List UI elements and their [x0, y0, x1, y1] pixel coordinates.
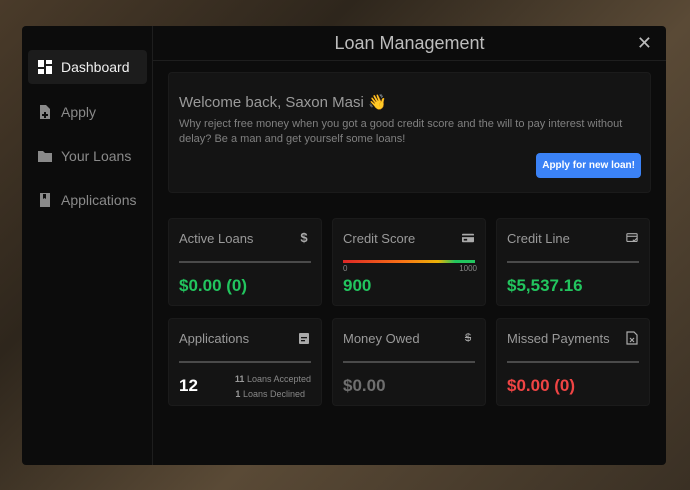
- sidebar-item-your-loans[interactable]: Your Loans: [28, 139, 147, 173]
- sidebar-item-label: Your Loans: [61, 148, 132, 164]
- header: Loan Management ✕: [153, 26, 666, 61]
- divider: [507, 361, 639, 363]
- card-title: Money Owed: [343, 331, 420, 346]
- applications-count: 12: [179, 376, 198, 395]
- loan-management-window: Dashboard Apply Your Loans Applications …: [22, 26, 666, 465]
- file-x-icon: [626, 331, 638, 345]
- credit-line-card: Credit Line $5,537.16: [496, 218, 650, 306]
- card-title: Credit Score: [343, 231, 416, 246]
- money-owed-card: Money Owed $ $0.00: [332, 318, 486, 406]
- credit-line-value: $5,537.16: [507, 276, 583, 295]
- credit-score-value: 900: [343, 276, 372, 295]
- credit-score-card: Credit Score 0 1000 900: [332, 218, 486, 306]
- sidebar-item-label: Dashboard: [61, 59, 130, 75]
- clipboard-icon: [299, 333, 309, 344]
- sidebar-item-label: Apply: [61, 104, 97, 120]
- sidebar-item-label: Applications: [61, 192, 137, 208]
- card-title: Missed Payments: [507, 331, 610, 346]
- card-title: Credit Line: [507, 231, 570, 246]
- gauge-min: 0: [343, 264, 348, 273]
- loans-declined: 1 Loans Declined: [235, 389, 305, 399]
- card-title: Applications: [179, 331, 250, 346]
- page-title: Loan Management: [334, 33, 485, 53]
- active-loans-value: $0.00 (0): [179, 276, 248, 295]
- divider: [343, 361, 475, 363]
- accepted-label: Loans Accepted: [246, 374, 311, 384]
- missed-payments-value: $0.00 (0): [507, 376, 576, 395]
- sidebar-item-applications[interactable]: Applications: [28, 183, 147, 217]
- credit-card-icon: [462, 233, 474, 243]
- dollar-icon: $: [300, 230, 308, 245]
- accepted-count: 11: [234, 374, 245, 384]
- declined-count: 1: [235, 389, 241, 399]
- divider: [507, 261, 639, 263]
- loans-accepted: 11 Loans Accepted: [235, 374, 311, 384]
- welcome-card: Welcome back, Saxon Masi 👋 Why reject fr…: [168, 72, 651, 193]
- sidebar: Dashboard Apply Your Loans Applications: [22, 26, 153, 465]
- active-loans-card: Active Loans $ $0.00 (0): [168, 218, 322, 306]
- welcome-text: Why reject free money when you got a goo…: [179, 118, 623, 145]
- file-plus-icon: [40, 105, 50, 119]
- card-title: Active Loans: [179, 231, 254, 246]
- dashboard-icon: [38, 60, 52, 74]
- book-icon: [40, 193, 50, 207]
- missed-payments-card: Missed Payments $0.00 (0): [496, 318, 650, 406]
- declined-label: Loans Declined: [242, 389, 305, 399]
- sidebar-item-apply[interactable]: Apply: [28, 95, 147, 129]
- divider: [179, 261, 311, 263]
- divider: [179, 361, 311, 363]
- gauge-max: 1000: [459, 264, 477, 273]
- dollar-off-icon: $: [464, 332, 472, 344]
- welcome-title: Welcome back, Saxon Masi 👋: [179, 94, 387, 111]
- applications-card: Applications 12 11 Loans Accepted 1 Loan…: [168, 318, 322, 406]
- folder-icon: [38, 151, 52, 162]
- close-icon[interactable]: ✕: [637, 26, 652, 61]
- apply-new-loan-button[interactable]: Apply for new loan!: [536, 153, 641, 178]
- card-check-icon: [626, 233, 638, 242]
- sidebar-item-dashboard[interactable]: Dashboard: [28, 50, 147, 84]
- credit-score-gauge: [343, 260, 475, 263]
- money-owed-value: $0.00: [343, 376, 386, 395]
